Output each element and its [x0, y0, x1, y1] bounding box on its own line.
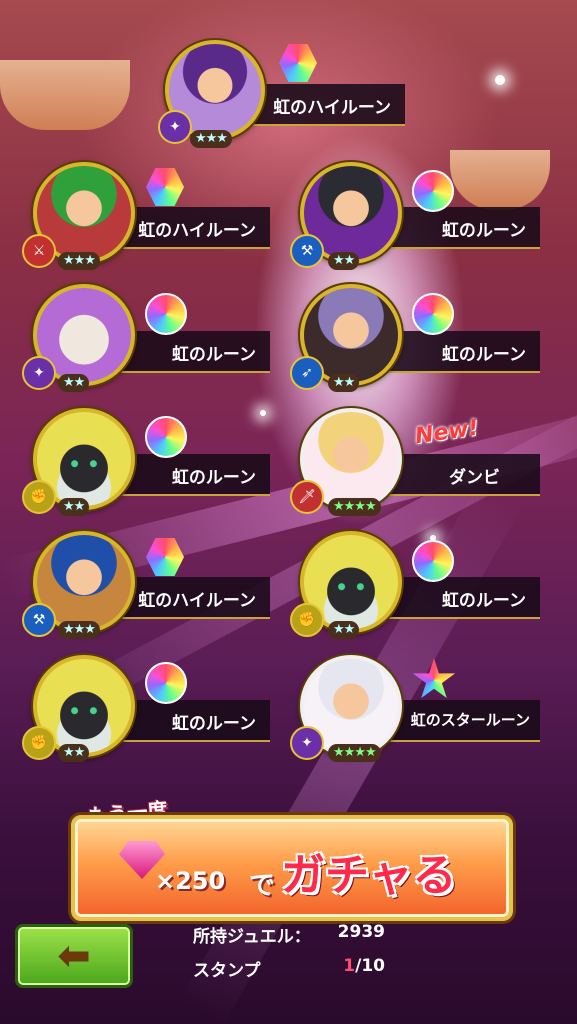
result-item-name: 虹のハイルーン — [138, 221, 256, 241]
rainbow-rune-icon — [145, 293, 187, 335]
rarity-stars: ★★ — [328, 621, 360, 639]
result-item-name: 虹のハイルーン — [138, 591, 256, 611]
rainbow-rune-icon — [412, 293, 454, 335]
staff-icon: ✦ — [22, 356, 56, 390]
jewel-label: 所持ジュエル： — [193, 927, 311, 947]
rarity-stars: ★★★ — [190, 130, 232, 148]
result-item-name: 虹のルーン — [441, 221, 526, 241]
rarity-stars: ★★ — [328, 252, 360, 270]
axe-icon: ⚒ — [290, 234, 324, 268]
jewel-value: 2939 — [337, 922, 385, 942]
staff-icon: ✦ — [158, 110, 192, 144]
rarity-stars: ★★ — [58, 374, 90, 392]
jewel-count: 所持ジュエル： 2939 — [185, 918, 395, 948]
gacha-cost-unit: で — [249, 871, 276, 901]
rarity-stars: ★★ — [58, 498, 90, 516]
stamp-total: /10 — [355, 956, 385, 976]
fist-icon: ✊ — [22, 480, 56, 514]
fist-icon: ✊ — [290, 603, 324, 637]
rarity-stars: ★★★★ — [328, 744, 381, 762]
fist-icon: ✊ — [22, 726, 56, 760]
result-item-name: 虹のルーン — [441, 591, 526, 611]
rainbow-rune-icon — [145, 662, 187, 704]
rarity-stars: ★★★★ — [328, 498, 381, 516]
stamp-count: スタンプ 1/10 — [185, 952, 395, 982]
result-item-name: 虹のルーン — [171, 345, 256, 365]
rarity-stars: ★★★ — [58, 252, 100, 270]
back-button[interactable]: ⬅ — [15, 924, 133, 988]
axe-icon: ⚒ — [22, 603, 56, 637]
spear-icon: ➶ — [290, 356, 324, 390]
stamp-current: 1 — [343, 956, 356, 976]
arrow-left-icon: ⬅ — [57, 933, 91, 979]
stamp-label: スタンプ — [193, 961, 261, 981]
rainbow-rune-icon — [412, 170, 454, 212]
sword-icon: ⚔ — [22, 234, 56, 268]
gacha-again-button[interactable]: ×250 で ガチャる — [71, 815, 513, 921]
gacha-button-title: ガチャる — [281, 850, 457, 901]
rarity-stars: ★★ — [328, 374, 360, 392]
staff-icon: ✦ — [290, 726, 324, 760]
rainbow-rune-icon — [412, 540, 454, 582]
stamp-value: 1/10 — [343, 956, 385, 976]
dagger-icon: 🗡 — [290, 480, 324, 514]
gacha-cost: ×250 — [155, 867, 226, 895]
result-item-name: 虹のハイルーン — [273, 98, 391, 118]
rarity-stars: ★★ — [58, 744, 90, 762]
result-item-name: 虹のルーン — [171, 714, 256, 734]
rarity-stars: ★★★ — [58, 621, 100, 639]
result-item-name: ダンビ — [449, 468, 500, 488]
rainbow-rune-icon — [145, 416, 187, 458]
result-item-name: 虹のルーン — [171, 468, 256, 488]
result-item-name: 虹のルーン — [441, 345, 526, 365]
result-item-name: 虹のスタールーン — [410, 711, 530, 729]
